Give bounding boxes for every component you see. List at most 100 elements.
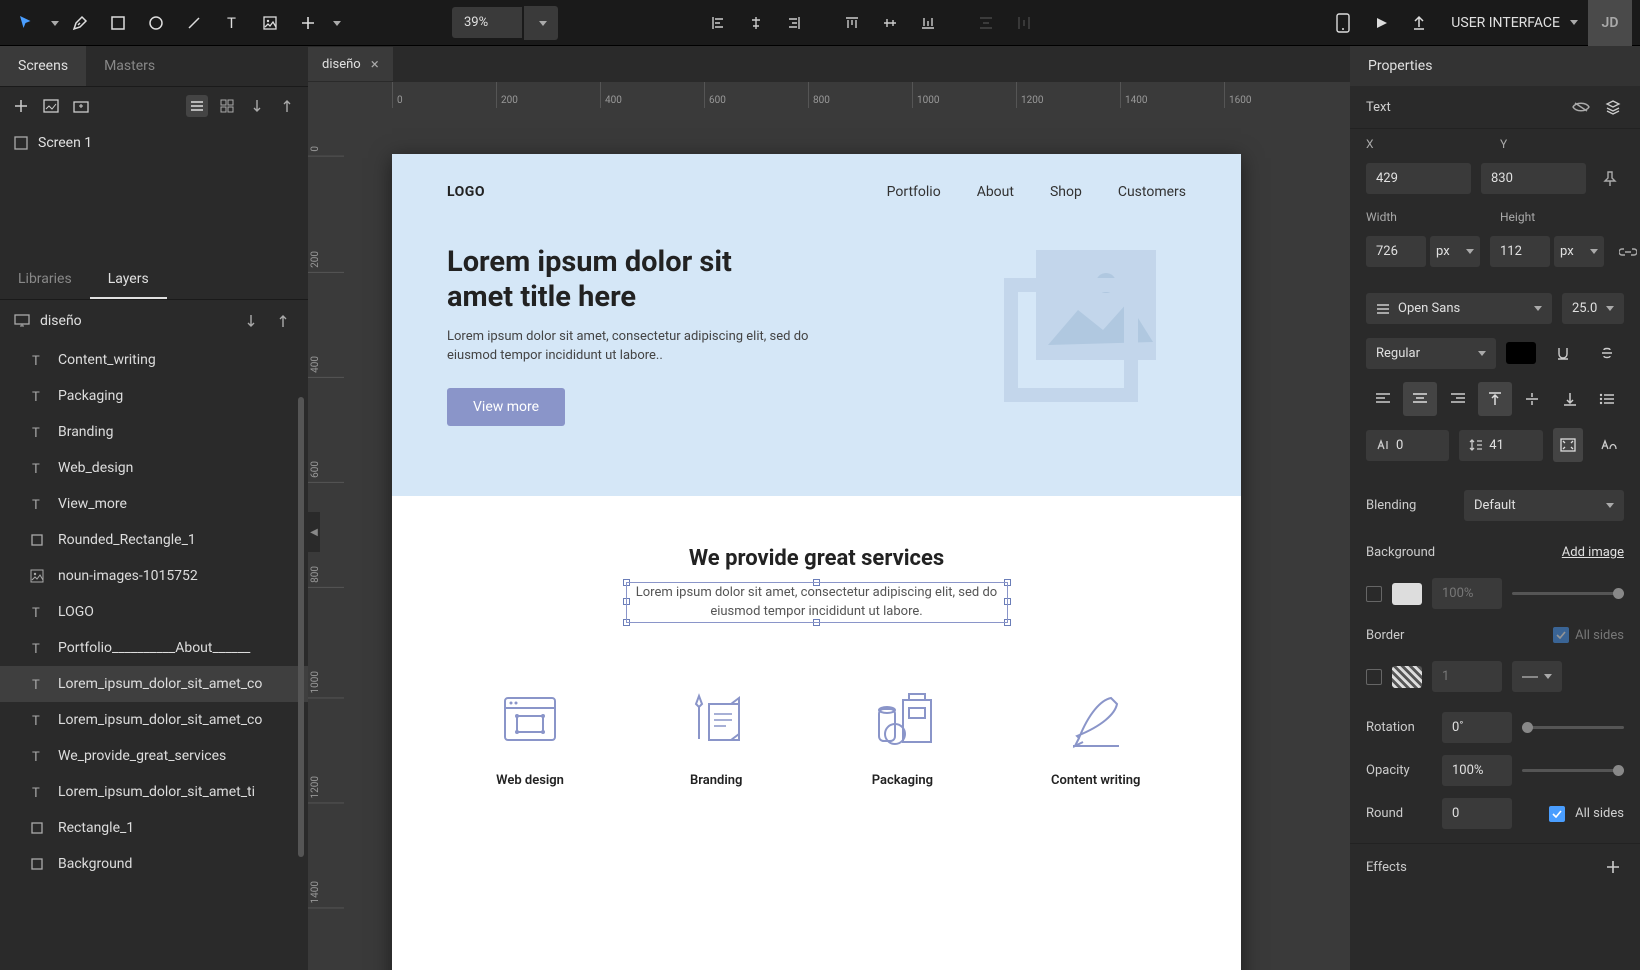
- border-allsides-checkbox[interactable]: [1553, 627, 1569, 643]
- text-align-right[interactable]: [1441, 382, 1474, 416]
- text-valign-top[interactable]: [1478, 382, 1511, 416]
- layer-item[interactable]: TPortfolio__________About______: [0, 630, 308, 666]
- layer-item[interactable]: TContent_writing: [0, 342, 308, 378]
- file-tab[interactable]: diseño ×: [308, 47, 393, 81]
- sort-up-icon[interactable]: [276, 95, 298, 117]
- height-input[interactable]: [1490, 236, 1550, 267]
- round-input[interactable]: [1442, 798, 1512, 829]
- line-height-input[interactable]: 41: [1459, 430, 1542, 461]
- device-preview-icon[interactable]: [1325, 5, 1361, 41]
- font-family-select[interactable]: Open Sans: [1366, 293, 1552, 324]
- strikethrough-icon[interactable]: [1590, 336, 1624, 370]
- align-center-h[interactable]: [738, 5, 774, 41]
- panel-collapse-handle[interactable]: ◀: [308, 512, 320, 552]
- close-tab-icon[interactable]: ×: [371, 55, 379, 73]
- link-wh-icon[interactable]: [1614, 246, 1640, 258]
- layer-item[interactable]: Background: [0, 846, 308, 882]
- screen-item[interactable]: Screen 1: [0, 125, 308, 161]
- width-unit[interactable]: px: [1430, 236, 1480, 267]
- text-valign-middle[interactable]: [1516, 382, 1549, 416]
- ruler-horizontal[interactable]: 02004006008001000120014001600: [344, 82, 1350, 108]
- document-menu[interactable]: USER INTERFACE: [1451, 15, 1578, 31]
- pen-tool[interactable]: [62, 5, 98, 41]
- layer-up-icon[interactable]: [272, 310, 294, 332]
- sort-down-icon[interactable]: [246, 95, 268, 117]
- pin-icon[interactable]: [1596, 171, 1624, 187]
- tab-libraries[interactable]: Libraries: [0, 261, 90, 299]
- autosize-icon[interactable]: [1553, 428, 1584, 462]
- letter-spacing-input[interactable]: 0: [1366, 430, 1449, 461]
- grid-view-icon[interactable]: [216, 95, 238, 117]
- layer-item[interactable]: TWe_provide_great_services: [0, 738, 308, 774]
- border-width-input[interactable]: [1432, 661, 1502, 692]
- layer-item[interactable]: TWeb_design: [0, 450, 308, 486]
- layer-item[interactable]: TBranding: [0, 414, 308, 450]
- tab-layers[interactable]: Layers: [90, 261, 167, 299]
- layers-icon[interactable]: [1602, 96, 1624, 118]
- layer-item[interactable]: TLorem_ipsum_dolor_sit_amet_co: [0, 666, 308, 702]
- layer-item[interactable]: TLorem_ipsum_dolor_sit_amet_co: [0, 702, 308, 738]
- bg-color-swatch[interactable]: [1392, 583, 1422, 605]
- layer-item[interactable]: Rectangle_1: [0, 810, 308, 846]
- layer-item[interactable]: TLOGO: [0, 594, 308, 630]
- y-input[interactable]: [1481, 163, 1586, 194]
- layer-down-icon[interactable]: [240, 310, 262, 332]
- height-unit[interactable]: px: [1554, 236, 1604, 267]
- text-color-swatch[interactable]: [1506, 342, 1536, 364]
- layer-item[interactable]: TPackaging: [0, 378, 308, 414]
- align-top[interactable]: [834, 5, 870, 41]
- visibility-icon[interactable]: [1570, 96, 1592, 118]
- add-dropdown[interactable]: [328, 5, 342, 41]
- play-icon[interactable]: [1363, 5, 1399, 41]
- distribute-h[interactable]: [1006, 5, 1042, 41]
- list-view-icon[interactable]: [186, 95, 208, 117]
- width-input[interactable]: [1366, 236, 1426, 267]
- text-align-left[interactable]: [1366, 382, 1399, 416]
- zoom-input[interactable]: [452, 7, 522, 38]
- align-bottom[interactable]: [910, 5, 946, 41]
- list-icon[interactable]: [1591, 382, 1624, 416]
- text-valign-bottom[interactable]: [1553, 382, 1586, 416]
- align-right[interactable]: [776, 5, 812, 41]
- layers-scrollbar[interactable]: [298, 397, 304, 857]
- tab-masters[interactable]: Masters: [86, 46, 173, 86]
- add-screen-icon[interactable]: [10, 95, 32, 117]
- layer-item[interactable]: noun-images-1015752: [0, 558, 308, 594]
- align-left[interactable]: [700, 5, 736, 41]
- layer-item[interactable]: TLorem_ipsum_dolor_sit_amet_ti: [0, 774, 308, 810]
- add-tool[interactable]: [290, 5, 326, 41]
- pointer-tool[interactable]: [8, 5, 44, 41]
- layer-item[interactable]: Rounded_Rectangle_1: [0, 522, 308, 558]
- border-color-swatch[interactable]: [1392, 666, 1422, 688]
- ellipse-tool[interactable]: [138, 5, 174, 41]
- bg-opacity-input[interactable]: [1432, 578, 1502, 609]
- border-enabled-checkbox[interactable]: [1366, 669, 1382, 685]
- bg-enabled-checkbox[interactable]: [1366, 586, 1382, 602]
- zoom-dropdown[interactable]: [524, 6, 558, 40]
- user-avatar[interactable]: JD: [1588, 0, 1632, 46]
- image-tool[interactable]: [252, 5, 288, 41]
- selected-text-element[interactable]: Lorem ipsum dolor sit amet, consectetur …: [627, 583, 1007, 622]
- rotation-input[interactable]: [1442, 712, 1512, 743]
- opacity-slider[interactable]: [1522, 769, 1624, 772]
- blending-select[interactable]: Default: [1464, 490, 1624, 521]
- text-align-center[interactable]: [1403, 382, 1436, 416]
- line-tool[interactable]: [176, 5, 212, 41]
- opacity-input[interactable]: [1442, 755, 1512, 786]
- rotation-slider[interactable]: [1522, 726, 1624, 729]
- add-effect-icon[interactable]: [1602, 856, 1624, 878]
- x-input[interactable]: [1366, 163, 1471, 194]
- artboard[interactable]: LOGO Portfolio About Shop Customers Lore…: [392, 154, 1241, 970]
- pointer-dropdown[interactable]: [46, 5, 60, 41]
- add-image-link[interactable]: Add image: [1562, 545, 1624, 560]
- tab-screens[interactable]: Screens: [0, 46, 86, 86]
- distribute-v[interactable]: [968, 5, 1004, 41]
- layer-item[interactable]: TView_more: [0, 486, 308, 522]
- upload-icon[interactable]: [1401, 5, 1437, 41]
- text-path-icon[interactable]: [1593, 428, 1624, 462]
- bg-opacity-slider[interactable]: [1512, 592, 1624, 595]
- underline-icon[interactable]: [1546, 336, 1580, 370]
- font-weight-select[interactable]: Regular: [1366, 338, 1496, 369]
- border-style-select[interactable]: [1512, 661, 1562, 692]
- image-add-icon[interactable]: [40, 95, 62, 117]
